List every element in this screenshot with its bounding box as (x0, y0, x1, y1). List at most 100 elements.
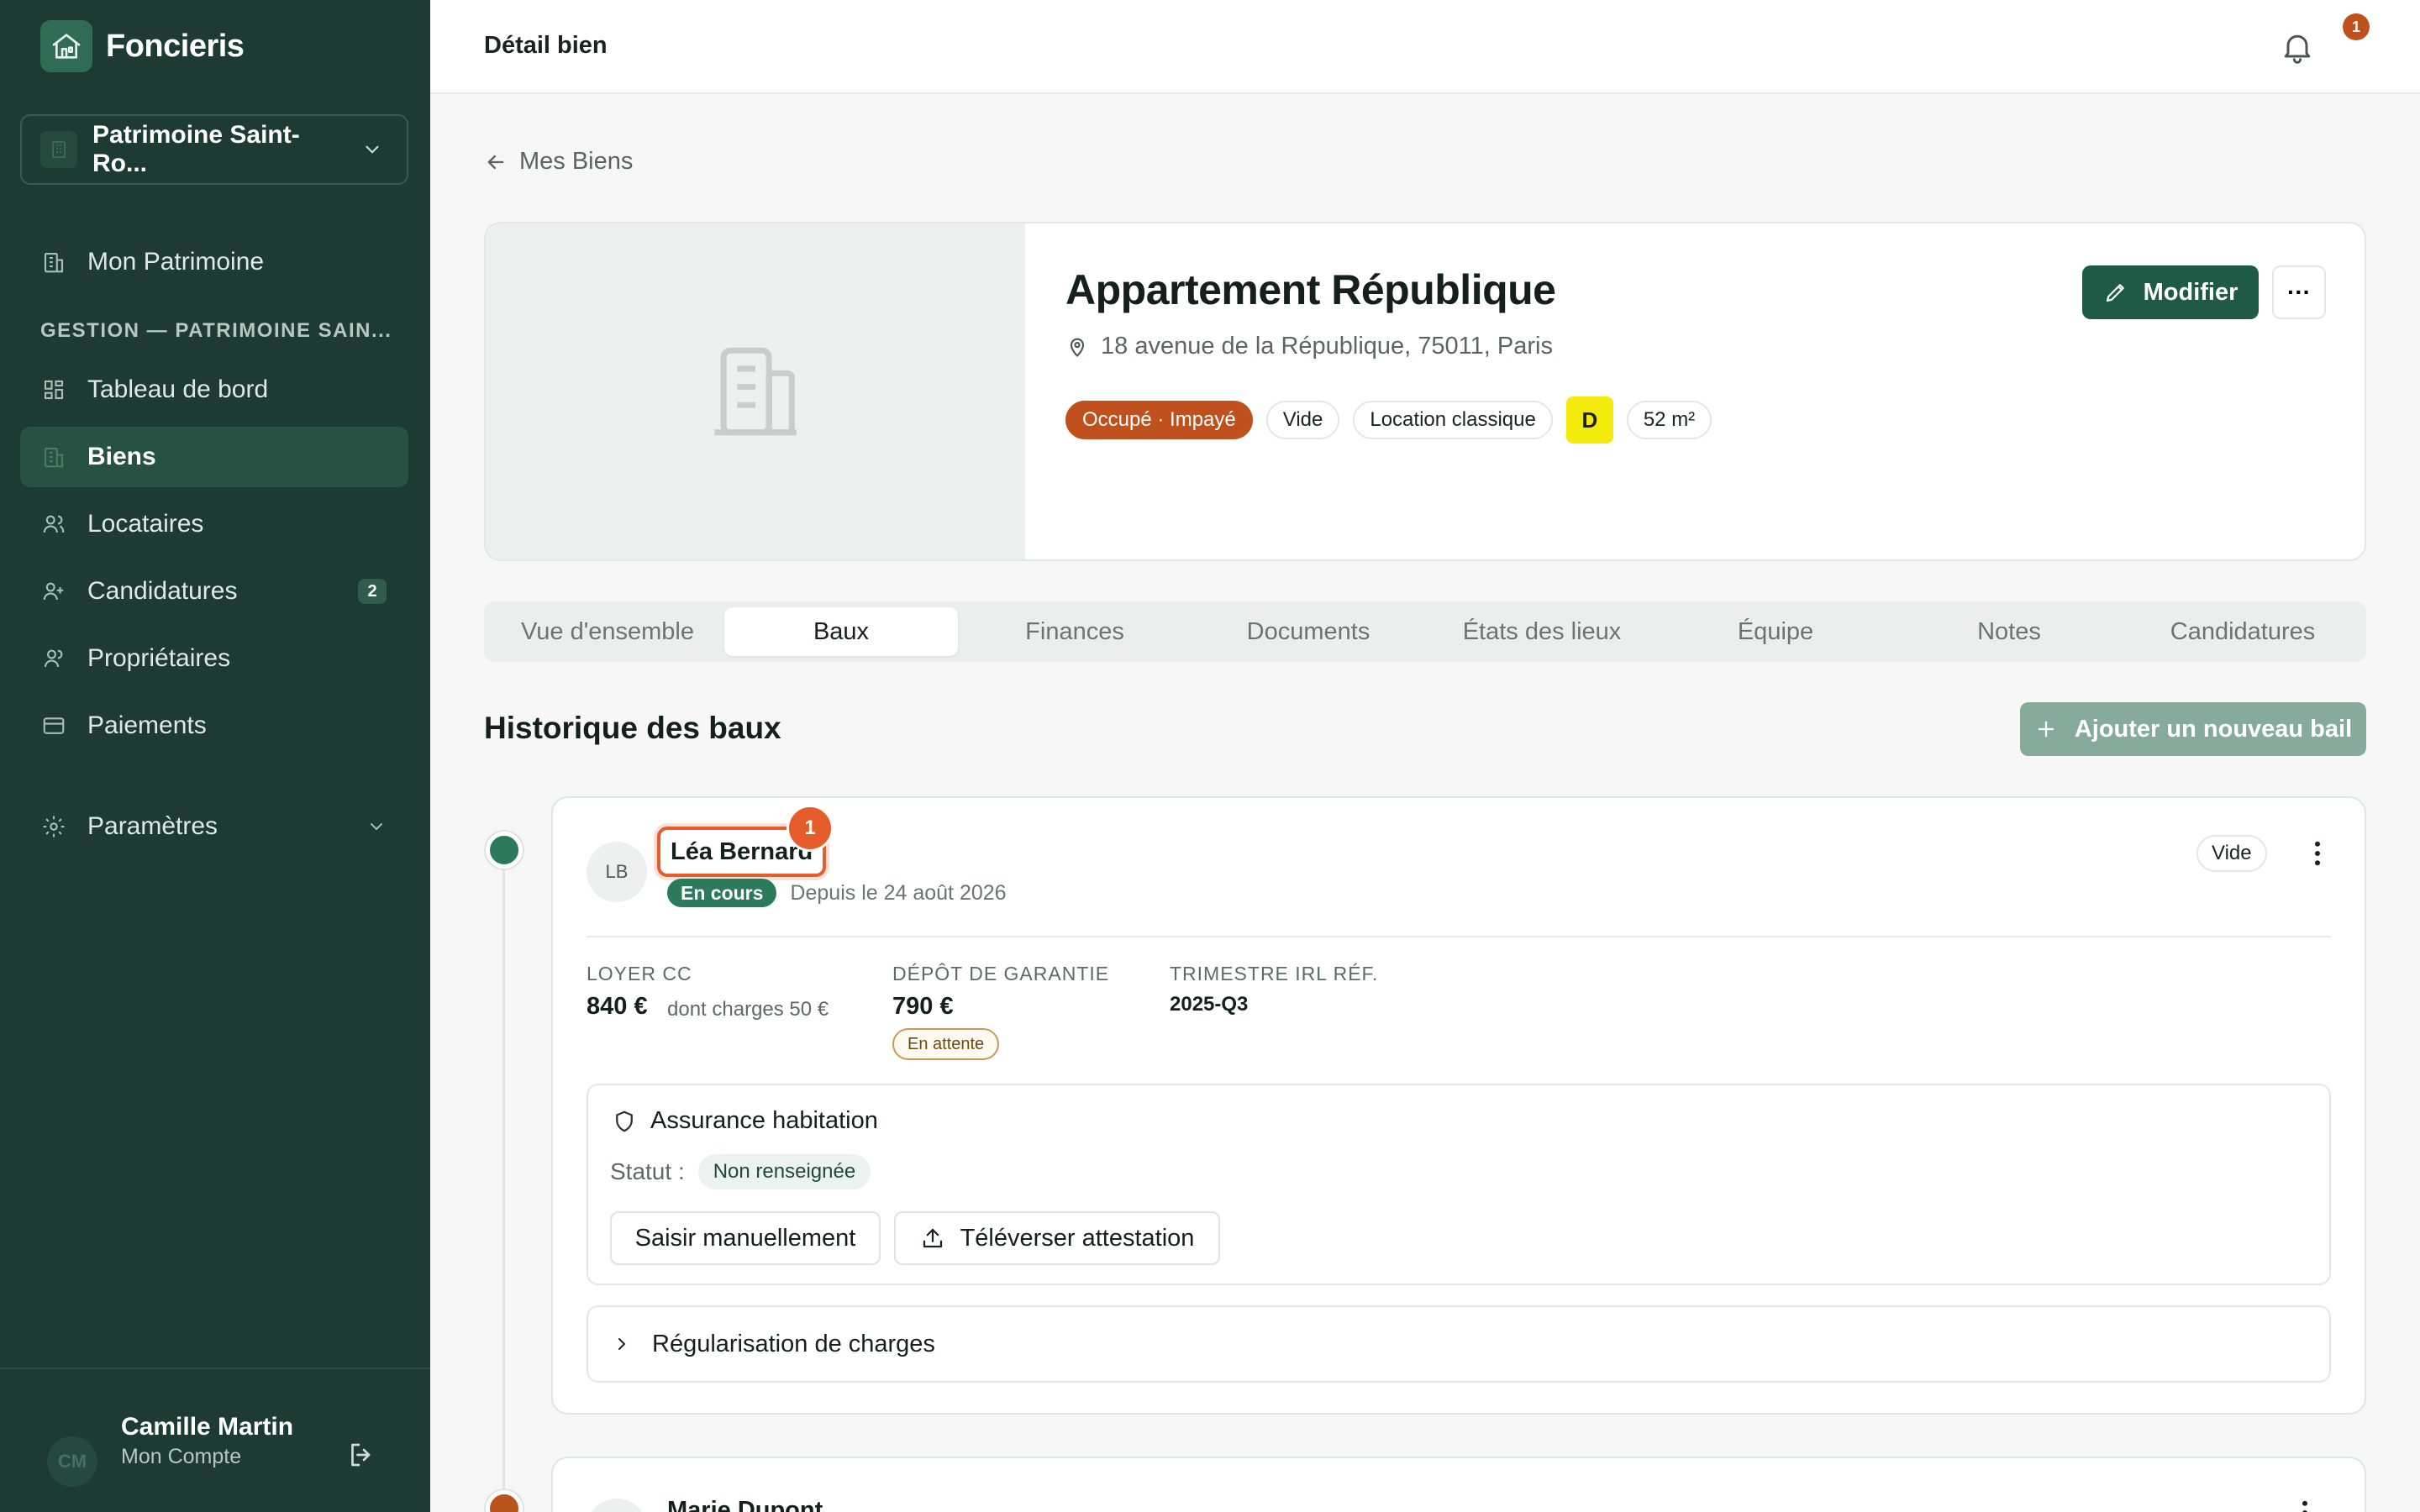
plus-icon (2038, 721, 2054, 738)
furnishing-tag: Vide (1265, 401, 1340, 439)
dpe-badge: D (1565, 396, 1613, 444)
patrimoine-select[interactable]: Patrimoine Saint-Ro... (20, 114, 408, 185)
lease-card: Marie Dupont (551, 1457, 2366, 1512)
upload-certificate-label: Téléverser attestation (960, 1224, 1195, 1252)
regularisation-label: Régularisation de charges (652, 1330, 935, 1357)
sidebar-footer: CM Camille Martin Mon Compte (0, 1368, 430, 1512)
chevron-down-icon (371, 823, 382, 831)
lease-type-tag: Location classique (1353, 401, 1553, 439)
chevron-right-icon (618, 1338, 626, 1350)
card-icon (40, 712, 67, 739)
deposit-label: DÉPÔT DE GARANTIE (892, 963, 1110, 984)
tab-baux[interactable]: Baux (724, 607, 958, 656)
logout-icon[interactable] (346, 1440, 376, 1470)
property-tabs: Vue d'ensemble Baux Finances Documents É… (484, 601, 2366, 662)
lease-since: Depuis le 24 août 2026 (790, 880, 1007, 905)
bell-icon[interactable] (2279, 29, 2316, 66)
surface-tag: 52 m² (1626, 401, 1712, 439)
kebab-menu-icon[interactable] (2301, 1500, 2309, 1512)
gear-icon (40, 813, 67, 840)
rent-charges: dont charges 50 € (667, 998, 829, 1021)
nav-mon-patrimoine[interactable]: Mon Patrimoine (20, 232, 408, 292)
tenant-meta: En cours Depuis le 24 août 2026 (667, 879, 1007, 907)
nav-label: Paramètres (87, 812, 218, 840)
avatar: LB (587, 842, 647, 902)
section-title: Historique des baux (484, 711, 781, 745)
timeline-line (502, 848, 505, 1512)
avatar[interactable]: CM (47, 1436, 97, 1487)
edit-button[interactable]: Modifier (2082, 265, 2259, 319)
building-icon (40, 131, 77, 168)
insurance-status: Statut : Non renseignée (610, 1154, 871, 1189)
patrimoine-select-value: Patrimoine Saint-Ro... (92, 121, 300, 177)
back-link[interactable]: Mes Biens (484, 148, 633, 176)
sidebar-section-label: GESTION — PATRIMOINE SAIN... (40, 319, 392, 342)
more-options-button[interactable]: ··· (2272, 265, 2326, 319)
nav-biens[interactable]: Biens (20, 427, 408, 487)
top-bar: Détail bien 1 (430, 0, 2420, 94)
irl-value: 2025-Q3 (1170, 993, 1249, 1016)
address-text: 18 avenue de la République, 75011, Paris (1101, 333, 1553, 360)
timeline-dot-past (486, 1490, 523, 1512)
nav-parametres[interactable]: Paramètres (20, 796, 408, 857)
add-lease-label: Ajouter un nouveau bail (2074, 715, 2353, 743)
tab-vue-ensemble[interactable]: Vue d'ensemble (491, 607, 724, 656)
property-tags: Occupé · Impayé Vide Location classique … (1065, 396, 1712, 444)
charges-regularisation-toggle[interactable]: Régularisation de charges (587, 1305, 2331, 1383)
irl-label: TRIMESTRE IRL RÉF. (1170, 963, 1379, 984)
tab-equipe[interactable]: Équipe (1659, 607, 1892, 656)
nav-label: Candidatures (87, 577, 238, 605)
status-badge: Occupé · Impayé (1065, 401, 1253, 439)
kebab-menu-icon[interactable] (2301, 837, 2334, 870)
tab-candidatures[interactable]: Candidatures (2126, 607, 2360, 656)
add-lease-button[interactable]: Ajouter un nouveau bail (2020, 702, 2366, 756)
insurance-status-label: Statut : (610, 1158, 685, 1184)
divider (587, 936, 2331, 937)
nav-paiements[interactable]: Paiements (20, 696, 408, 756)
brand[interactable]: Foncieris (40, 20, 245, 72)
notification-count-badge: 1 (2343, 13, 2370, 40)
property-photo-placeholder (486, 223, 1025, 559)
house-logo-icon (40, 20, 92, 72)
nav-label: Biens (87, 443, 156, 470)
shield-icon (616, 1110, 633, 1131)
manual-entry-button[interactable]: Saisir manuellement (610, 1211, 881, 1265)
pencil-icon (2106, 284, 2124, 302)
nav-label: Mon Patrimoine (87, 248, 265, 276)
lease-card: LB Léa Bernard 1 En cours Depuis le 24 a… (551, 796, 2366, 1415)
nav-label: Propriétaires (87, 644, 231, 672)
building-placeholder-icon (714, 347, 797, 436)
page-title: Détail bien (484, 32, 608, 59)
rent-label: LOYER CC (587, 963, 692, 984)
tab-etats-des-lieux[interactable]: États des lieux (1425, 607, 1659, 656)
tenant-name[interactable]: Marie Dupont (667, 1497, 823, 1512)
nav-candidatures[interactable]: Candidatures 2 (20, 561, 408, 622)
chevron-down-icon (366, 145, 379, 154)
edit-button-label: Modifier (2143, 278, 2238, 306)
user-account-link[interactable]: Mon Compte (121, 1445, 241, 1469)
upload-certificate-button[interactable]: Téléverser attestation (894, 1211, 1220, 1265)
rent-value: 840 € (587, 993, 648, 1020)
user-plus-icon (40, 578, 67, 605)
upload-icon (923, 1228, 942, 1248)
nav-label: Paiements (87, 711, 207, 739)
property-card: Appartement République 18 avenue de la R… (484, 222, 2366, 561)
nav-proprietaires[interactable]: Propriétaires (20, 628, 408, 689)
building-icon (40, 249, 67, 276)
insurance-title-text: Assurance habitation (650, 1107, 878, 1134)
property-title: Appartement République (1065, 266, 1556, 313)
tab-notes[interactable]: Notes (1892, 607, 2126, 656)
lease-status-badge: En cours (667, 879, 777, 907)
building-icon (40, 444, 67, 470)
nav-tableau-de-bord[interactable]: Tableau de bord (20, 360, 408, 420)
nav-locataires[interactable]: Locataires (20, 494, 408, 554)
tab-documents[interactable]: Documents (1192, 607, 1425, 656)
step-marker-badge: 1 (786, 805, 834, 852)
avatar (587, 1499, 647, 1512)
user-name: Camille Martin (121, 1413, 294, 1441)
insurance-title: Assurance habitation (612, 1107, 878, 1135)
map-pin-icon (1070, 338, 1085, 357)
insurance-panel: Assurance habitation Statut : Non rensei… (587, 1084, 2331, 1285)
insurance-status-badge: Non renseignée (697, 1154, 871, 1189)
tab-finances[interactable]: Finances (958, 607, 1192, 656)
